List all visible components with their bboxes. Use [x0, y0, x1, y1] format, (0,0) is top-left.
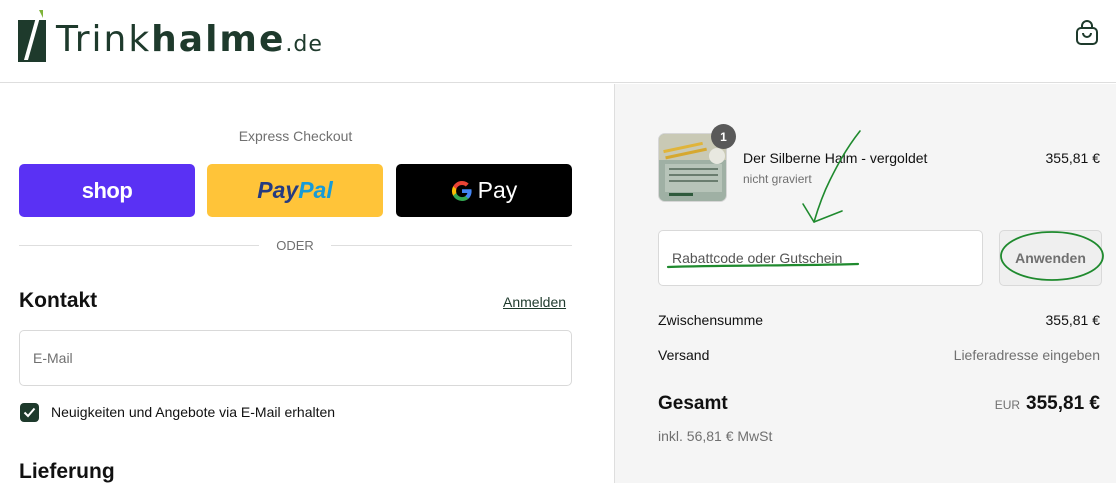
- logo-text-bold: halme: [151, 19, 286, 60]
- google-g-icon: [451, 180, 472, 201]
- quantity-badge: 1: [711, 124, 736, 149]
- tax-note: inkl. 56,81 € MwSt: [658, 428, 773, 444]
- checkout-form-column: Express Checkout shop Pay Pal Pay ODER Ko…: [0, 84, 614, 483]
- contact-section-title: Kontakt: [19, 289, 98, 312]
- apply-discount-button[interactable]: Anwenden: [999, 230, 1102, 286]
- newsletter-checkbox[interactable]: [20, 403, 39, 422]
- logo-text-light: Trink: [56, 19, 152, 60]
- login-link[interactable]: Anmelden: [503, 294, 566, 310]
- total-value: 355,81 €: [1026, 393, 1100, 414]
- product-variant: nicht graviert: [743, 172, 812, 186]
- product-price: 355,81 €: [1045, 150, 1101, 166]
- shop-pay-label: shop: [81, 177, 133, 203]
- total-currency: EUR: [994, 398, 1021, 412]
- shipping-value: Lieferadresse eingeben: [953, 347, 1100, 363]
- site-header: Trinkhalme.de: [0, 0, 1116, 83]
- total-amount: EUR 355,81 €: [995, 393, 1100, 415]
- logo-wordmark: Trinkhalme.de: [56, 22, 323, 62]
- discount-code-input[interactable]: [658, 230, 983, 286]
- checkmark-icon: [23, 407, 36, 418]
- shipping-label: Versand: [658, 347, 710, 363]
- subtotal-value: 355,81 €: [1045, 312, 1101, 328]
- shopping-bag-icon[interactable]: [1075, 20, 1099, 46]
- logo-text-tld: .de: [285, 32, 323, 57]
- product-name: Der Silberne Halm - vergoldet: [743, 150, 928, 166]
- subtotal-label: Zwischensumme: [658, 312, 764, 328]
- straw-logo-icon: [18, 10, 46, 62]
- paypal-label-pal: Pal: [298, 177, 333, 203]
- google-pay-label: Pay: [477, 177, 518, 203]
- total-label: Gesamt: [658, 393, 728, 414]
- divider-label: ODER: [276, 238, 314, 253]
- express-checkout-title: Express Checkout: [238, 128, 353, 144]
- delivery-section-title: Lieferung: [19, 460, 115, 483]
- google-pay-button[interactable]: Pay: [396, 164, 572, 217]
- divider-right: [331, 245, 572, 246]
- email-input[interactable]: [19, 330, 572, 386]
- brand-logo[interactable]: Trinkhalme.de: [18, 6, 323, 62]
- shop-pay-button[interactable]: shop: [19, 164, 195, 217]
- paypal-label-pay: Pay: [257, 177, 299, 203]
- order-summary-column: 1 Der Silberne Halm - vergoldet nicht gr…: [614, 84, 1116, 483]
- newsletter-label: Neuigkeiten und Angebote via E-Mail erha…: [51, 404, 336, 420]
- divider-left: [19, 245, 259, 246]
- paypal-button[interactable]: Pay Pal: [207, 164, 383, 217]
